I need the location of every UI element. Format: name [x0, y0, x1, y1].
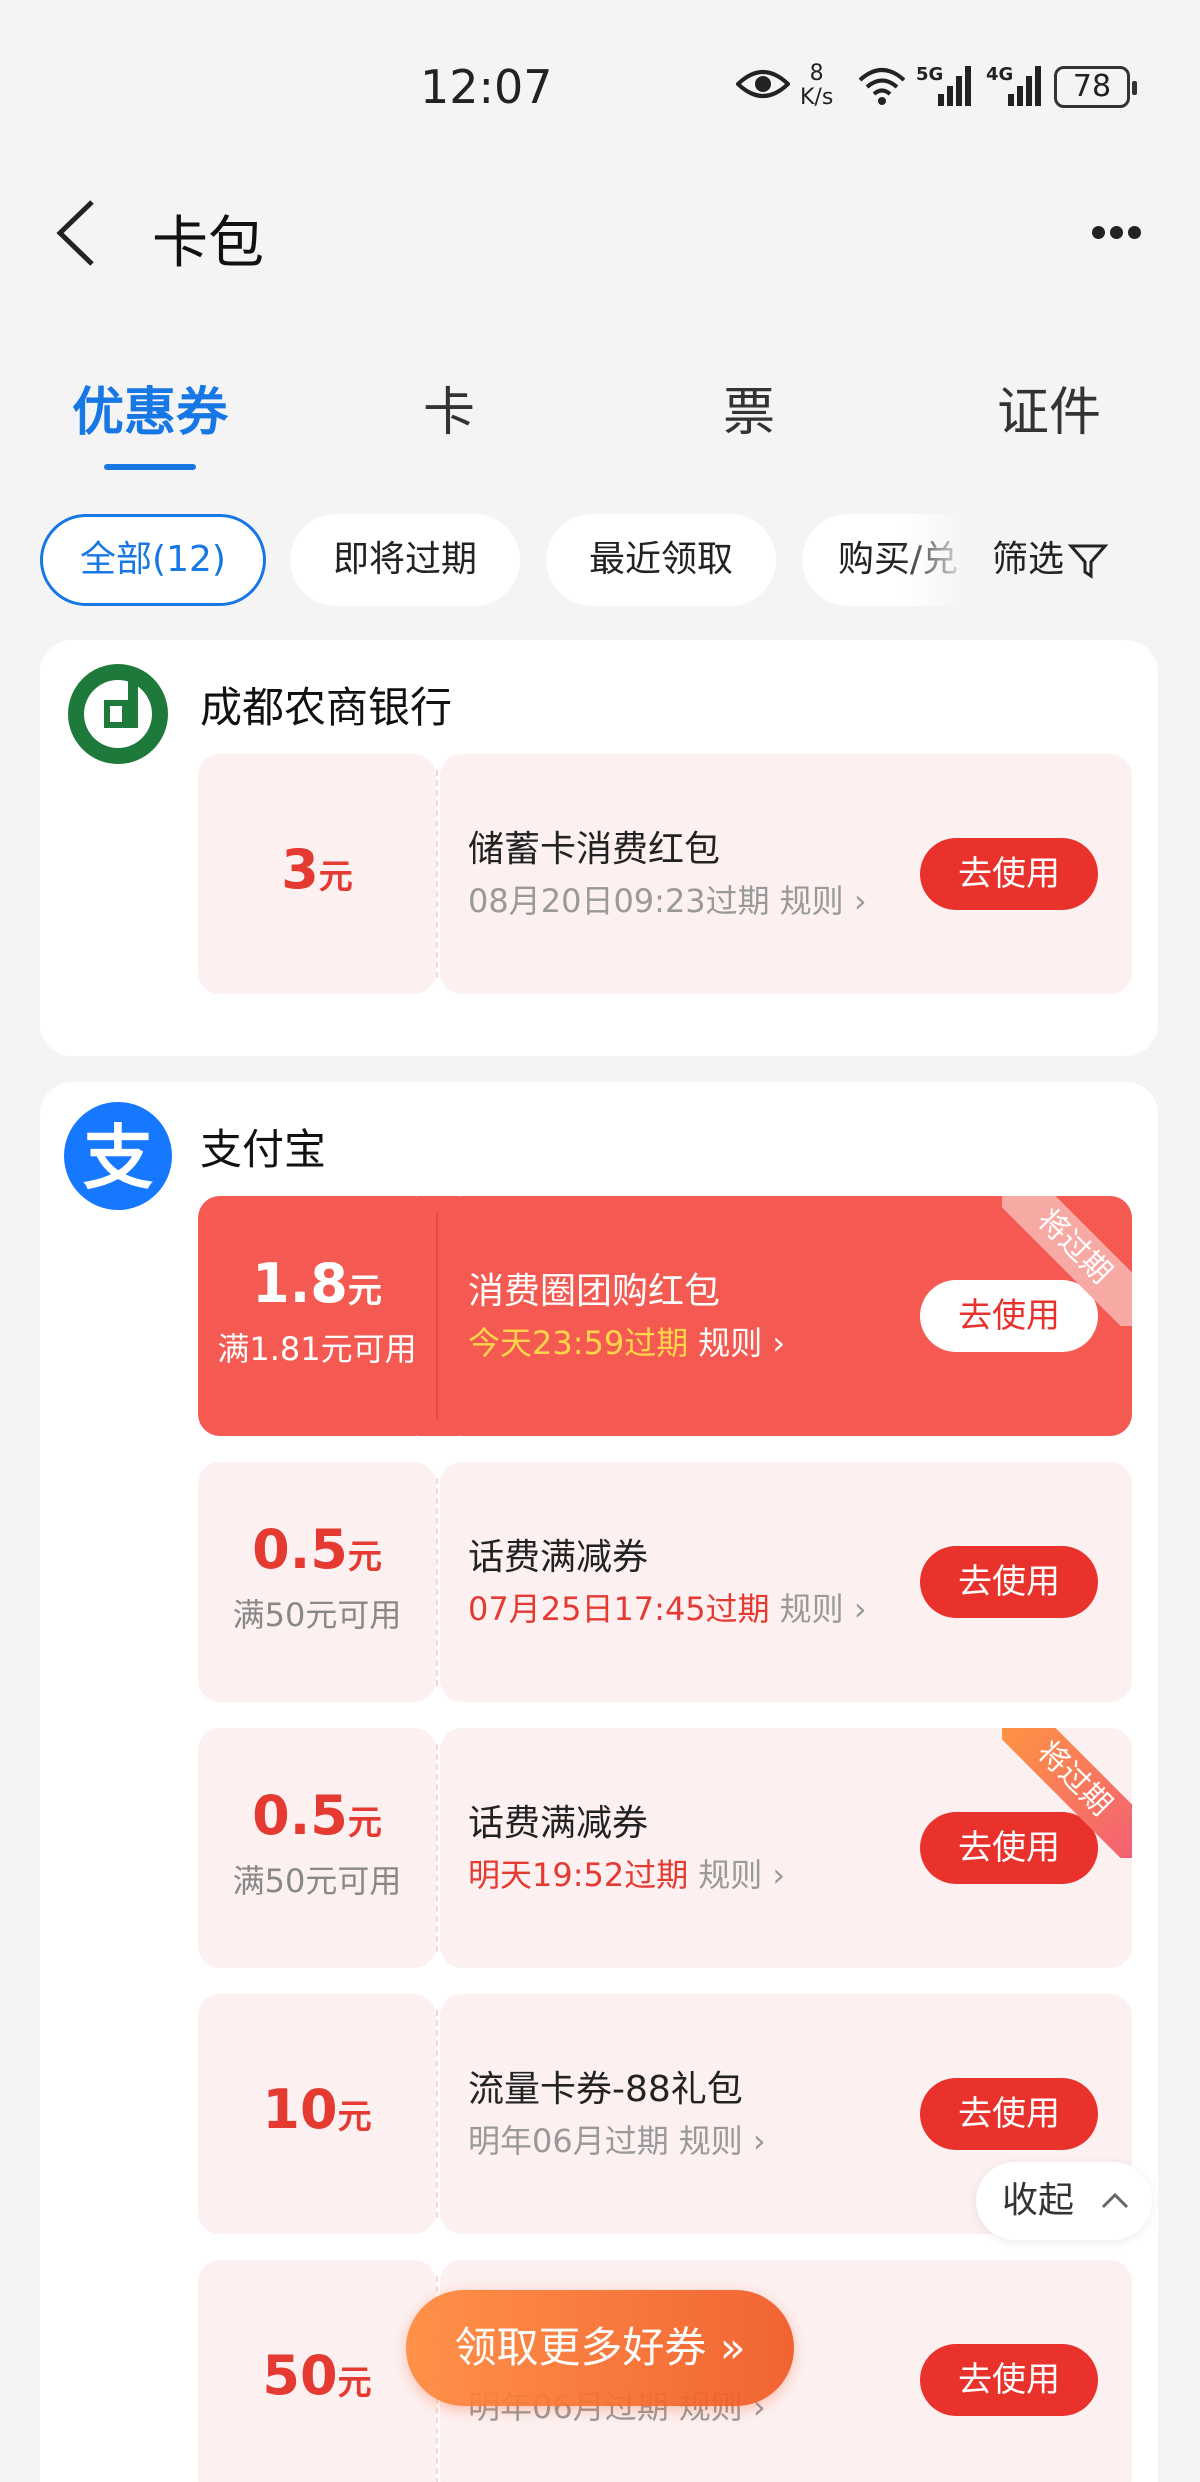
more-dots-icon — [1092, 226, 1105, 239]
use-button[interactable]: 去使用 — [920, 2344, 1098, 2416]
bank-logo-icon — [64, 660, 172, 768]
rule-link[interactable]: 规则 › — [780, 882, 867, 920]
eye-icon — [735, 66, 791, 106]
funnel-icon — [1067, 544, 1109, 579]
rule-link[interactable]: 规则 › — [780, 1590, 867, 1628]
rule-link[interactable]: 规则 › — [698, 1856, 785, 1894]
filter-bar: 全部(12) 即将过期 最近领取 购买/兑 筛选 — [0, 514, 1200, 606]
collapse-button[interactable]: 收起 — [976, 2162, 1152, 2240]
coupon-amount: 0.5元 — [252, 1784, 382, 1847]
coupon-item: 1.8元 满1.81元可用 消费圈团购红包 今天23:59过期 规则 › 去使用 … — [198, 1196, 1132, 1436]
coupon-amount: 3元 — [281, 838, 353, 901]
tab-active-indicator — [104, 464, 196, 470]
wifi-icon — [856, 66, 908, 110]
tab-coupons[interactable]: 优惠券 — [50, 370, 250, 445]
status-time: 12:07 — [420, 60, 553, 114]
merchant-name: 成都农商银行 — [200, 683, 453, 732]
filter-chip-expiring[interactable]: 即将过期 — [290, 514, 520, 606]
signal-4g-icon: 4G — [986, 64, 1042, 112]
expiring-badge: 将过期 — [1002, 1196, 1132, 1326]
coupon-expiry: 08月20日09:23过期 规则 › — [468, 882, 867, 920]
page-title: 卡包 — [152, 211, 264, 276]
signal-5g-icon: 5G — [916, 64, 972, 112]
battery-indicator: 78 — [1054, 66, 1137, 108]
coupon-expiry: 今天23:59过期 规则 › — [468, 1324, 786, 1362]
alipay-logo-icon: 支 — [64, 1102, 172, 1210]
coupon-condition: 满50元可用 — [232, 1596, 402, 1634]
filter-button[interactable]: 筛选 — [992, 514, 1109, 606]
more-options-button[interactable] — [1092, 224, 1152, 244]
tab-ids[interactable]: 证件 — [949, 370, 1149, 445]
coupon-amount: 1.8元 — [252, 1252, 382, 1315]
coupon-amount: 10元 — [262, 2078, 372, 2141]
coupon-item: 0.5元 满50元可用 话费满减券 07月25日17:45过期 规则 › 去使用 — [198, 1462, 1132, 1702]
rule-link[interactable]: 规则 › — [698, 1324, 785, 1362]
network-speed: 8 K/s — [800, 61, 834, 110]
coupon-name: 话费满减券 — [468, 1803, 649, 1844]
rule-link[interactable]: 规则 › — [679, 2122, 766, 2160]
get-more-coupons-button[interactable]: 领取更多好券 » — [406, 2290, 794, 2406]
coupon-amount: 50元 — [262, 2344, 372, 2407]
filter-chip-all[interactable]: 全部(12) — [40, 514, 266, 606]
coupon-expiry: 07月25日17:45过期 规则 › — [468, 1590, 867, 1628]
use-button[interactable]: 去使用 — [920, 2078, 1098, 2150]
coupon-expiry: 明天19:52过期 规则 › — [468, 1856, 786, 1894]
merchant-name: 支付宝 — [200, 1125, 327, 1174]
coupon-name: 储蓄卡消费红包 — [468, 829, 721, 870]
coupon-condition: 满1.81元可用 — [217, 1330, 417, 1368]
coupon-expiry: 明年06月过期 规则 › — [468, 2122, 766, 2160]
expiring-badge: 将过期 — [1002, 1728, 1132, 1858]
tab-cards[interactable]: 卡 — [349, 370, 549, 445]
tab-tickets[interactable]: 票 — [649, 370, 849, 445]
coupon-name: 话费满减券 — [468, 1537, 649, 1578]
coupon-condition: 满50元可用 — [232, 1862, 402, 1900]
chevron-up-icon — [1101, 2192, 1129, 2209]
filter-chip-recent[interactable]: 最近领取 — [546, 514, 776, 606]
use-button[interactable]: 去使用 — [920, 1546, 1098, 1618]
coupon-name: 消费圈团购红包 — [468, 1271, 721, 1312]
coupon-item: 3元 储蓄卡消费红包 08月20日09:23过期 规则 › 去使用 — [198, 754, 1132, 994]
coupon-item: 0.5元 满50元可用 话费满减券 明天19:52过期 规则 › 去使用 将过期 — [198, 1728, 1132, 1968]
svg-text:支: 支 — [83, 1117, 153, 1199]
back-button[interactable] — [52, 198, 112, 268]
coupon-amount: 0.5元 — [252, 1518, 382, 1581]
coupon-name: 流量卡券-88礼包 — [468, 2069, 743, 2110]
chevron-left-icon — [56, 200, 94, 266]
status-bar: 12:07 8 K/s 5G 4G 78 — [0, 0, 1200, 150]
use-button[interactable]: 去使用 — [920, 838, 1098, 910]
